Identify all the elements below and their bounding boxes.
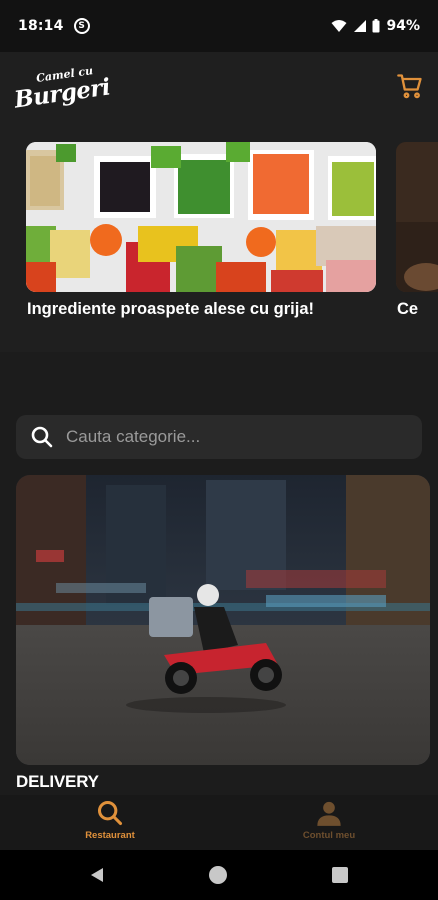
- battery-percent: 94%: [386, 18, 420, 34]
- home-icon[interactable]: [209, 866, 227, 884]
- category-search[interactable]: [16, 415, 422, 459]
- nav-tab-account[interactable]: Contul meu: [269, 799, 389, 849]
- status-indicators: 94%: [331, 18, 420, 34]
- recents-icon[interactable]: [332, 867, 348, 883]
- category-card-delivery[interactable]: [16, 475, 430, 765]
- carousel-slide-next[interactable]: [396, 142, 438, 292]
- signal-icon: [354, 20, 367, 32]
- carousel-caption-1: Ingrediente proaspete alese cu grija!: [27, 300, 315, 318]
- category-title: DELIVERY: [16, 772, 99, 791]
- fresh-ingredients-image: [26, 142, 376, 292]
- cart-icon: [397, 74, 422, 99]
- search-icon: [31, 426, 53, 448]
- search-input[interactable]: [66, 427, 396, 447]
- brand-logo[interactable]: Camel cu Burgeri: [13, 64, 112, 113]
- app-header: Camel cu Burgeri: [0, 52, 438, 132]
- status-time: 18:14: [18, 18, 64, 34]
- system-navigation-bar: [0, 850, 438, 900]
- next-slide-image: [396, 142, 438, 292]
- cart-button[interactable]: [396, 72, 424, 100]
- nav-label-restaurant: Restaurant: [85, 830, 135, 841]
- wifi-icon: [331, 20, 347, 32]
- nav-tab-restaurant[interactable]: Restaurant: [50, 799, 170, 849]
- search-icon: [97, 800, 123, 826]
- delivery-scooter-image: [16, 475, 430, 765]
- logo-text-big: Burgeri: [12, 73, 112, 114]
- bottom-navigation: Restaurant Contul meu: [0, 795, 438, 850]
- carousel-slide-fresh-ingredients[interactable]: [26, 142, 376, 292]
- nav-label-account: Contul meu: [302, 830, 356, 841]
- back-icon[interactable]: [88, 866, 106, 884]
- user-icon: [317, 801, 341, 826]
- status-bar: 18:14 S 94%: [0, 0, 438, 52]
- carousel-caption-2: Ce: [397, 300, 419, 318]
- carrier-badge-icon: S: [73, 18, 90, 34]
- battery-icon: [372, 19, 380, 33]
- promo-carousel[interactable]: Ingrediente proaspete alese cu grija! Ce: [0, 132, 438, 352]
